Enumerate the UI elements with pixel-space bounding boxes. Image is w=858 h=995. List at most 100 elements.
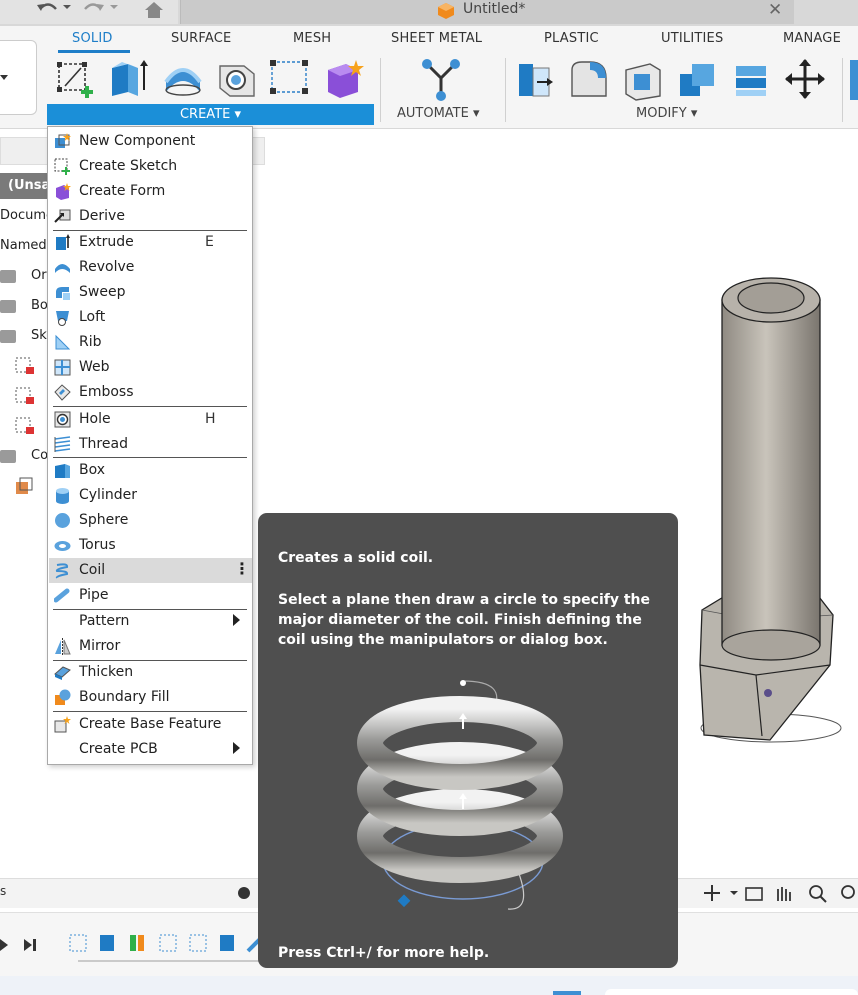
menu-item-label: Cylinder: [79, 487, 137, 503]
automate-group-button[interactable]: AUTOMATE ▾: [397, 106, 480, 121]
tab-manage[interactable]: MANAGE: [783, 31, 841, 46]
menu-item-sphere[interactable]: Sphere: [49, 508, 252, 533]
tab-surface[interactable]: SURFACE: [171, 31, 231, 46]
browser-row-bodies[interactable]: Bo: [31, 298, 48, 313]
menu-item-label: Boundary Fill: [79, 689, 170, 705]
component-icon[interactable]: [14, 476, 36, 496]
browser-root-item[interactable]: (Unsa: [0, 173, 50, 199]
menu-item-new-component[interactable]: New Component: [49, 129, 252, 154]
bolt-model[interactable]: [690, 270, 858, 750]
tab-mesh[interactable]: MESH: [293, 31, 331, 46]
active-tab-indicator: [58, 50, 130, 53]
menu-item-create-pcb[interactable]: Create PCB: [49, 737, 252, 762]
os-taskbar: [0, 976, 858, 995]
hole-tool-icon[interactable]: [216, 56, 258, 102]
submenu-arrow-icon: [233, 742, 240, 754]
menu-item-coil[interactable]: Coil ⋮: [49, 558, 252, 583]
menu-item-label: Box: [79, 462, 106, 478]
create-group-button[interactable]: CREATE ▾: [47, 104, 374, 125]
timeline-features[interactable]: [66, 931, 266, 967]
redo-icon[interactable]: [83, 0, 123, 16]
menu-item-web[interactable]: Web: [49, 355, 252, 380]
taskbar-app-icon[interactable]: [553, 991, 581, 995]
offset-face-icon[interactable]: [730, 56, 772, 102]
torus-icon: [54, 541, 71, 551]
press-pull-icon[interactable]: [515, 56, 557, 102]
create-form-tool-icon[interactable]: [322, 56, 364, 102]
menu-item-create-sketch[interactable]: Create Sketch: [49, 154, 252, 179]
menu-item-label: Create PCB: [79, 741, 158, 757]
quick-access-toolbar: [0, 0, 178, 24]
menu-item-revolve[interactable]: Revolve: [49, 255, 252, 280]
menu-item-cylinder[interactable]: Cylinder: [49, 483, 252, 508]
combine-icon[interactable]: [676, 56, 718, 102]
menu-item-create-form[interactable]: Create Form: [49, 179, 252, 204]
extrude-tool-icon[interactable]: [108, 56, 150, 102]
menu-item-rib[interactable]: Rib: [49, 330, 252, 355]
tab-plastic[interactable]: PLASTIC: [544, 31, 599, 46]
sketch-lock-icon[interactable]: [14, 416, 36, 436]
play-icon: [0, 939, 8, 951]
tab-sheet-metal[interactable]: SHEET METAL: [391, 31, 482, 46]
menu-item-boundary-fill[interactable]: Boundary Fill: [49, 685, 252, 710]
menu-item-extrude[interactable]: Extrude E: [49, 230, 252, 255]
menu-item-emboss[interactable]: Emboss: [49, 380, 252, 405]
undo-icon[interactable]: [34, 0, 74, 16]
browser-row-document[interactable]: Docume: [0, 208, 54, 223]
menu-item-pipe[interactable]: Pipe: [49, 583, 252, 608]
menu-item-thicken[interactable]: Thicken: [49, 660, 252, 685]
folder-icon: [0, 450, 16, 463]
sketch-lock-icon[interactable]: [14, 356, 36, 376]
tab-utilities[interactable]: UTILITIES: [661, 31, 723, 46]
menu-item-torus[interactable]: Torus: [49, 533, 252, 558]
browser-row-named-views[interactable]: Named: [0, 238, 47, 253]
menu-item-derive[interactable]: Derive: [49, 204, 252, 229]
close-tab-icon[interactable]: ✕: [768, 0, 782, 20]
tab-solid[interactable]: SOLID: [72, 31, 113, 46]
browser-row-origin[interactable]: Or: [31, 268, 47, 283]
loft-icon: [56, 311, 69, 326]
menu-item-label: Sweep: [79, 284, 126, 300]
menu-item-label: Create Form: [79, 183, 166, 199]
move-copy-icon[interactable]: [784, 56, 826, 102]
sketch-lock-icon[interactable]: [14, 386, 36, 406]
rib-icon: [55, 334, 71, 350]
menu-item-loft[interactable]: Loft: [49, 305, 252, 330]
timeline-playback-controls[interactable]: [0, 933, 48, 957]
revolve-tool-icon[interactable]: [162, 56, 204, 102]
folder-icon: [0, 270, 16, 283]
workspace-switcher[interactable]: [0, 40, 37, 115]
menu-item-label: Pattern: [79, 613, 130, 629]
mirror-icon: [55, 638, 71, 655]
folder-icon: [0, 330, 16, 343]
coil-icon: [55, 563, 69, 579]
menu-item-label: Thicken: [79, 664, 134, 680]
menu-item-thread[interactable]: Thread: [49, 432, 252, 457]
menu-item-hole[interactable]: Hole H: [49, 407, 252, 432]
menu-item-label: New Component: [79, 133, 196, 149]
construct-point-icon[interactable]: [268, 56, 310, 102]
coil-tooltip: Creates a solid coil. Select a plane the…: [258, 513, 678, 968]
menu-item-mirror[interactable]: Mirror: [49, 634, 252, 659]
extrude-icon: [56, 234, 70, 250]
more-options-icon[interactable]: ⋮: [234, 559, 250, 578]
menu-item-create-base-feature[interactable]: Create Base Feature: [49, 712, 252, 737]
add-icon[interactable]: [238, 887, 250, 899]
sweep-icon: [56, 287, 70, 300]
menu-item-pattern[interactable]: Pattern: [49, 609, 252, 634]
create-sketch-tool-icon[interactable]: [55, 56, 97, 102]
menu-item-label: Thread: [79, 436, 128, 452]
browser-row-sketches[interactable]: Sk: [31, 328, 47, 343]
new-component-icon: [55, 133, 71, 148]
automate-tool-icon[interactable]: [417, 56, 465, 102]
navigation-bar: [704, 885, 855, 903]
menu-item-box[interactable]: Box: [49, 458, 252, 483]
menu-item-sweep[interactable]: Sweep: [49, 280, 252, 305]
create-sketch-icon: [54, 158, 70, 175]
modify-group-button[interactable]: MODIFY ▾: [636, 106, 697, 121]
browser-row-construction[interactable]: Co: [31, 448, 48, 463]
fillet-icon[interactable]: [568, 56, 610, 102]
shell-icon[interactable]: [622, 56, 664, 102]
overflow-tool-icon[interactable]: [850, 60, 858, 100]
home-icon[interactable]: [143, 0, 165, 18]
